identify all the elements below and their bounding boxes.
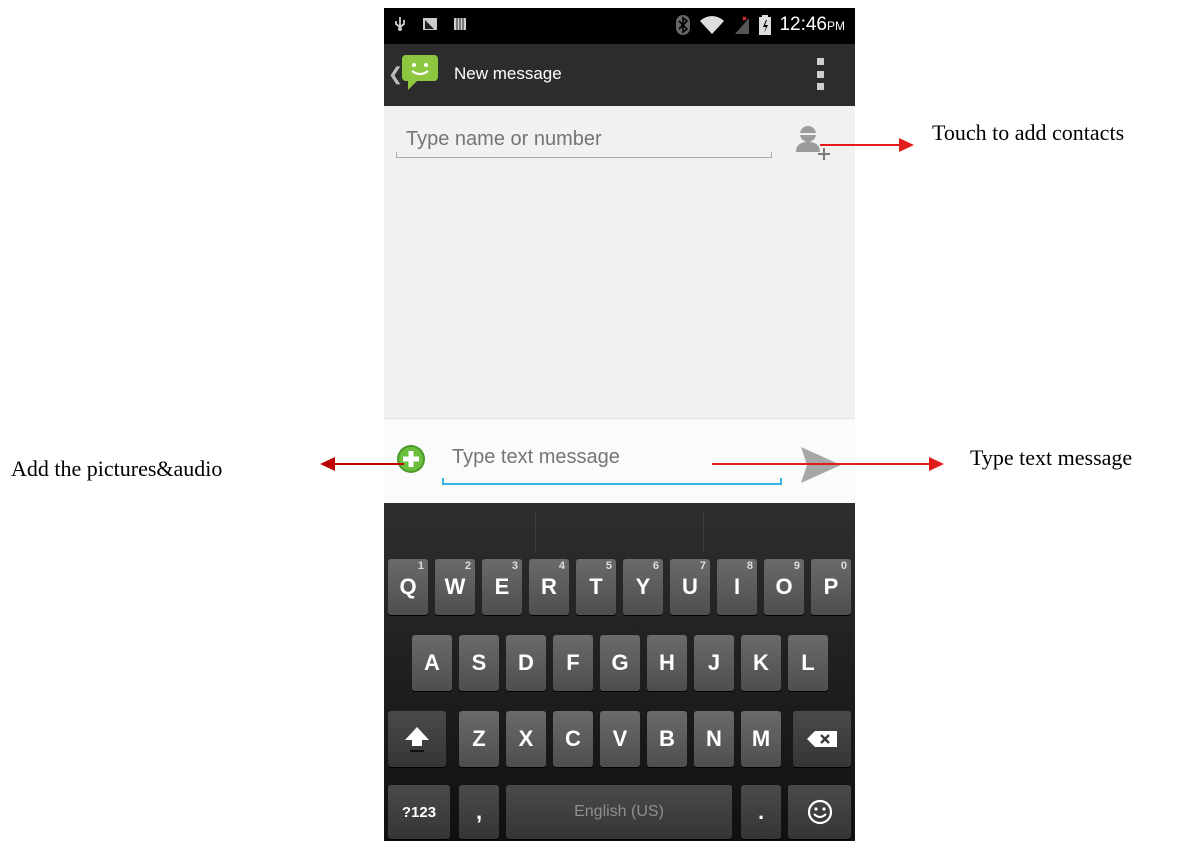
clock-ampm: PM [827,19,845,33]
key-n[interactable]: N [694,711,734,767]
key-l[interactable]: L [788,635,828,691]
key-y[interactable]: 6Y [623,559,663,615]
smiley-icon [807,799,832,825]
key-u[interactable]: 7U [670,559,710,615]
message-input[interactable] [442,439,782,475]
symbols-key[interactable]: ?123 [388,785,450,839]
storage-icon [454,18,466,30]
clock-time: 12:46 [779,14,827,35]
messaging-app-icon[interactable] [400,53,440,93]
annotation-message: Type text message [970,445,1133,470]
system-icons: 12:46PM [675,14,845,36]
annotation-attach: Add the pictures&audio [11,456,223,481]
add-contact-icon[interactable] [794,120,834,162]
bluetooth-icon [676,15,691,35]
key-s[interactable]: S [459,635,499,691]
key-v[interactable]: V [600,711,640,767]
page-title: New message [454,64,562,83]
key-d[interactable]: D [506,635,546,691]
notification-icons [392,16,468,32]
status-bar: 12:46PM [384,8,855,44]
message-arrow [712,457,944,471]
comma-key[interactable]: , [459,785,499,839]
key-w[interactable]: 2W [435,559,475,615]
key-t[interactable]: 5T [576,559,616,615]
recipient-input[interactable] [396,120,772,158]
key-f[interactable]: F [553,635,593,691]
suggestion-strip [384,503,855,553]
key-c[interactable]: C [553,711,593,767]
attach-plus-icon[interactable] [396,444,426,474]
key-x[interactable]: X [506,711,546,767]
suggestion-divider [535,511,536,551]
soft-keyboard: 1Q 2W 3E 4R 5T 6Y 7U 8I 9O 0P A S D F G … [384,503,855,841]
message-underline [442,478,782,485]
key-z[interactable]: Z [459,711,499,767]
emoji-key[interactable] [788,785,851,839]
key-e[interactable]: 3E [482,559,522,615]
usb-icon [395,17,405,31]
key-k[interactable]: K [741,635,781,691]
phone-screen: 12:46PM ❮ New message Type name or numbe… [384,8,855,841]
key-a[interactable]: A [412,635,452,691]
key-j[interactable]: J [694,635,734,691]
key-p[interactable]: 0P [811,559,851,615]
recipient-row [396,120,772,160]
wifi-icon [700,16,725,34]
clock: 12:46PM [779,14,845,36]
send-icon[interactable] [799,445,843,485]
shift-arrow-icon [405,727,429,752]
overflow-menu-icon[interactable] [817,58,825,90]
key-o[interactable]: 9O [764,559,804,615]
key-q[interactable]: 1Q [388,559,428,615]
key-g[interactable]: G [600,635,640,691]
battery-icon [759,15,772,35]
action-bar: ❮ New message [384,44,855,106]
recipient-underline [396,152,772,158]
key-r[interactable]: 4R [529,559,569,615]
shift-key[interactable] [388,711,446,767]
key-h[interactable]: H [647,635,687,691]
annotation-add-contacts: Touch to add contacts [932,120,1125,145]
attach-arrow [320,457,404,471]
compose-bar [384,418,855,504]
backspace-icon [807,731,837,747]
contacts-arrow [820,138,914,152]
image-notification-icon [423,18,437,30]
signal-icon [735,16,750,34]
suggestion-divider [703,511,704,551]
key-b[interactable]: B [647,711,687,767]
key-i[interactable]: 8I [717,559,757,615]
spacebar-key[interactable]: English (US) [506,785,732,839]
period-key[interactable]: . [741,785,781,839]
backspace-key[interactable] [793,711,851,767]
key-m[interactable]: M [741,711,781,767]
